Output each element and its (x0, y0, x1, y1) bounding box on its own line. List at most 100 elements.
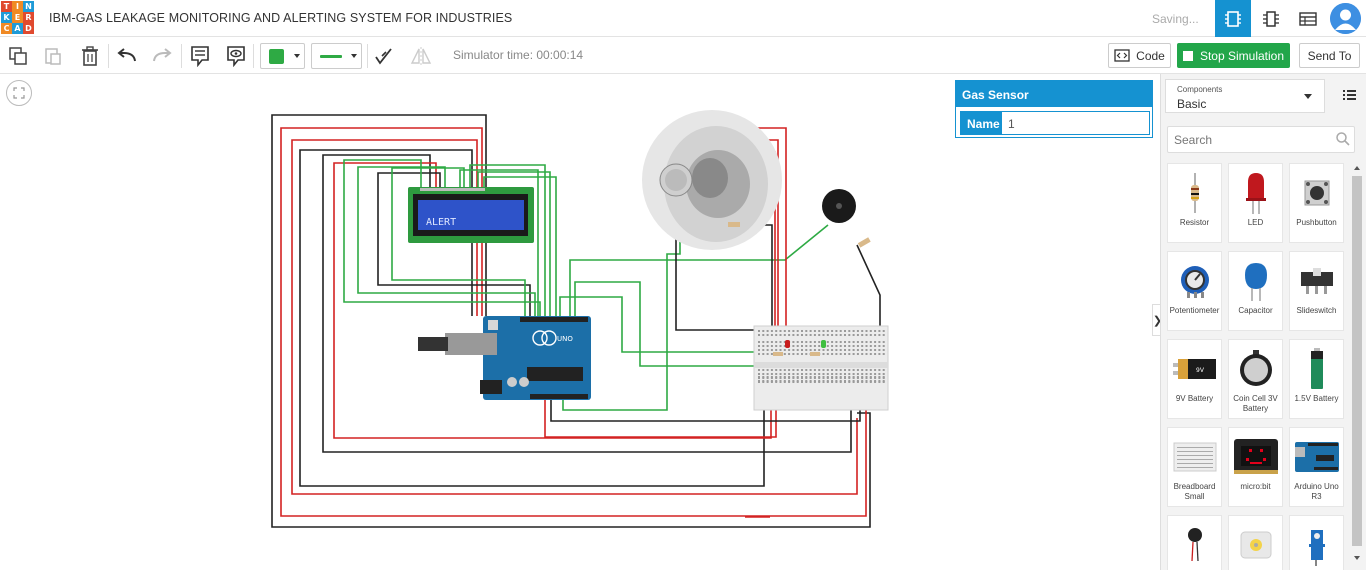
properties-inspector: Gas Sensor Name 1 (955, 80, 1153, 138)
component-tile[interactable]: Pushbutton (1289, 163, 1344, 243)
toolbar-divider (367, 44, 368, 68)
list-icon (1343, 90, 1356, 100)
component-tile[interactable] (1289, 515, 1344, 570)
user-avatar[interactable] (1330, 3, 1361, 34)
list-view-button[interactable] (1343, 89, 1356, 104)
stop-simulation-button[interactable]: Stop Simulation (1177, 43, 1290, 68)
search-icon (1336, 132, 1350, 146)
dc-motor-icon (1229, 520, 1282, 570)
wire-color-picker[interactable] (260, 43, 305, 69)
component-tile-label: LED (1247, 218, 1264, 227)
component-tile-label: Potentiometer (1169, 306, 1220, 315)
logo-letter: E (12, 12, 23, 23)
tinkercad-logo[interactable]: TINKERCAD (1, 1, 35, 35)
component-tile-label: Capacitor (1238, 306, 1273, 315)
component-search-input[interactable]: Search (1167, 126, 1355, 153)
component-tile-label: 9V Battery (1175, 394, 1214, 403)
component-tile[interactable]: Coin Cell 3V Battery (1228, 339, 1283, 419)
breadboard[interactable] (753, 325, 889, 411)
redo-icon (153, 48, 172, 62)
flip-button[interactable] (408, 43, 434, 69)
component-tile-label: 1.5V Battery (1294, 394, 1339, 403)
component-tile-label: Arduino Uno R3 (1294, 482, 1339, 501)
capacitor-icon (1229, 256, 1282, 306)
logo-letter: C (1, 23, 12, 34)
copy-button[interactable] (5, 43, 31, 69)
resistor[interactable] (728, 222, 740, 227)
top-bar: TINKERCAD IBM-GAS LEAKAGE MONITORING AND… (0, 0, 1366, 37)
scrollbar-thumb[interactable] (1352, 176, 1362, 546)
circuit-canvas[interactable]: ALERT UNO (0, 74, 1160, 570)
toggle-notes-visibility-button[interactable] (223, 43, 249, 69)
logo-letter: D (23, 23, 34, 34)
component-tile-label: Coin Cell 3V Battery (1233, 394, 1278, 413)
component-tile[interactable]: Arduino Uno R3 (1289, 427, 1344, 507)
paste-icon (45, 48, 61, 65)
eye-note-icon (227, 46, 245, 67)
micro-servo-icon (1290, 520, 1343, 570)
component-list-view-button[interactable] (1290, 0, 1326, 37)
toolbar-divider (181, 44, 182, 68)
delete-button[interactable] (77, 43, 103, 69)
component-tile[interactable]: LED (1228, 163, 1283, 243)
notes-button[interactable] (187, 43, 213, 69)
logo-letter: K (1, 12, 12, 23)
component-tile-label: Pushbutton (1296, 218, 1337, 227)
gas-sensor[interactable] (659, 163, 693, 197)
toolbar-divider (253, 44, 254, 68)
component-tile[interactable]: Potentiometer (1167, 251, 1222, 331)
caret-down-icon (1304, 94, 1312, 99)
redo-button[interactable] (149, 43, 175, 69)
logo-letter: I (12, 1, 23, 12)
note-icon (191, 46, 209, 67)
code-button[interactable]: Code (1108, 43, 1171, 68)
svg-text:9V: 9V (1196, 367, 1205, 374)
piezo-buzzer[interactable] (822, 189, 856, 223)
code-icon (1114, 49, 1130, 62)
wire-style-icon (320, 54, 342, 58)
panel-scrollbar[interactable] (1350, 160, 1364, 570)
component-tile[interactable]: Breadboard Small (1167, 427, 1222, 507)
component-category-dropdown[interactable]: Components Basic (1165, 79, 1325, 113)
flip-icon (410, 47, 432, 65)
send-to-label: Send To (1307, 48, 1352, 63)
arduino-uno[interactable] (418, 316, 591, 400)
pushbutton-icon (1290, 168, 1343, 218)
component-tile[interactable]: Capacitor (1228, 251, 1283, 331)
rotate-button[interactable] (370, 43, 396, 69)
component-tile[interactable] (1167, 515, 1222, 570)
paste-button[interactable] (40, 43, 66, 69)
component-tile[interactable]: 9V 9V Battery (1167, 339, 1222, 419)
coin-cell-icon (1229, 344, 1282, 394)
arduino-icon (1290, 432, 1343, 482)
table-list-icon (1299, 11, 1317, 26)
name-row: Name 1 (960, 111, 1150, 135)
editor-toolbar: Simulator time: 00:00:14 Code Stop Simul… (0, 37, 1366, 74)
component-tile-label: Breadboard Small (1173, 482, 1216, 501)
chip-icon (1225, 10, 1241, 27)
send-to-button[interactable]: Send To (1299, 43, 1360, 68)
breadboard-icon (1168, 432, 1221, 482)
stop-simulation-label: Stop Simulation (1199, 48, 1285, 63)
component-tile[interactable]: Resistor (1167, 163, 1222, 243)
lcd-16x2[interactable] (408, 187, 534, 243)
wire-type-picker[interactable] (311, 43, 362, 69)
name-field[interactable]: 1 (1002, 112, 1149, 134)
component-tile-label: Resistor (1179, 218, 1210, 227)
logo-letter: A (12, 23, 23, 34)
circuit-view-button[interactable] (1215, 0, 1251, 37)
pen-check-icon (375, 48, 392, 65)
vibration-motor-icon (1168, 520, 1221, 570)
component-tile[interactable]: Slideswitch (1289, 251, 1344, 331)
component-tile[interactable]: 1.5V Battery (1289, 339, 1344, 419)
components-panel: Components Basic Search Resistor LED Pushb… (1160, 74, 1366, 570)
component-grid: Resistor LED Pushbutton Potentiometer Capaci… (1167, 163, 1355, 570)
potentiometer-icon (1168, 256, 1221, 306)
component-tile[interactable]: micro:bit (1228, 427, 1283, 507)
component-tile[interactable] (1228, 515, 1283, 570)
dropdown-label: Components (1177, 85, 1223, 94)
undo-button[interactable] (114, 43, 140, 69)
resistor[interactable] (857, 237, 871, 248)
schematic-view-button[interactable] (1253, 0, 1289, 37)
project-title[interactable]: IBM-GAS LEAKAGE MONITORING AND ALERTING … (49, 11, 512, 25)
